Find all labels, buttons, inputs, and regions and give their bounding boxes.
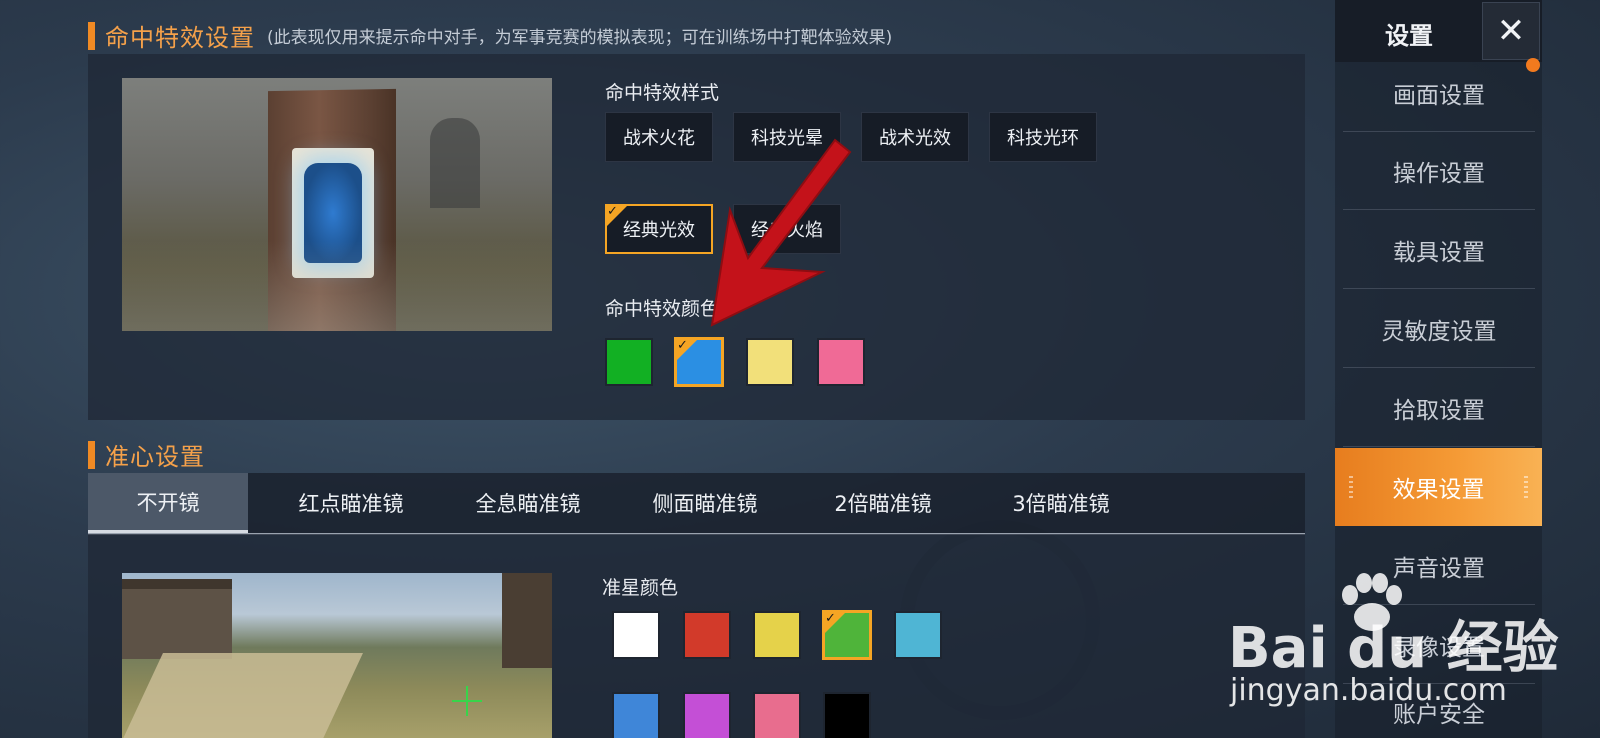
sidebar-item-effects[interactable]: 效果设置 bbox=[1335, 448, 1542, 526]
crosshair-color-pink[interactable] bbox=[753, 692, 801, 738]
title-accent-bar bbox=[88, 440, 95, 469]
preview-tower bbox=[430, 118, 480, 208]
checkmark-icon: ✓ bbox=[676, 338, 698, 361]
crosshair-color-purple[interactable] bbox=[683, 692, 731, 738]
checkmark-icon: ✓ bbox=[824, 611, 846, 634]
tab-holographic[interactable]: 全息瞄准镜 bbox=[443, 473, 613, 533]
watermark-brand: Bai du 经验 bbox=[1228, 616, 1559, 681]
scope-tab-bar: 不开镜 红点瞄准镜 全息瞄准镜 侧面瞄准镜 2倍瞄准镜 3倍瞄准镜 bbox=[88, 473, 1305, 535]
baidu-watermark: Bai du 经验 jingyan.baidu.com bbox=[1228, 573, 1559, 713]
tab-label: 2倍瞄准镜 bbox=[834, 492, 932, 516]
style-option-label: 经典火焰 bbox=[751, 220, 823, 241]
sidebar-item-graphics[interactable]: 画面设置 bbox=[1343, 54, 1535, 132]
crosshair-color-blue[interactable] bbox=[612, 692, 660, 738]
tab-label: 红点瞄准镜 bbox=[298, 492, 404, 516]
sidebar-item-sensitivity[interactable]: 灵敏度设置 bbox=[1343, 290, 1535, 368]
crosshair-color-white[interactable] bbox=[612, 611, 660, 659]
sidebar-item-label: 画面设置 bbox=[1393, 82, 1485, 109]
crosshair-color-red[interactable] bbox=[683, 611, 731, 659]
style-option-label: 战术光效 bbox=[879, 128, 951, 149]
style-option-tactical-light[interactable]: 战术光效 bbox=[861, 112, 969, 162]
hit-effect-note: (此表现仅用来提示命中对手，为军事竞赛的模拟表现；可在训练场中打靶体验效果) bbox=[267, 28, 893, 48]
hit-color-green[interactable] bbox=[605, 338, 653, 386]
preview-fog bbox=[122, 241, 552, 331]
title-accent-bar bbox=[88, 21, 95, 50]
style-option-label: 科技光晕 bbox=[751, 128, 823, 149]
crosshair-color-cyan[interactable] bbox=[894, 611, 942, 659]
crosshair-color-label: 准星颜色 bbox=[602, 577, 679, 599]
preview-house bbox=[502, 573, 552, 668]
style-option-classic-light[interactable]: ✓ 经典光效 bbox=[605, 204, 713, 254]
sidebar-item-vehicle[interactable]: 载具设置 bbox=[1343, 211, 1535, 289]
tab-3x-scope[interactable]: 3倍瞄准镜 bbox=[976, 473, 1146, 533]
sidebar-item-label: 拾取设置 bbox=[1393, 397, 1485, 424]
style-option-tactical-spark[interactable]: 战术火花 bbox=[605, 112, 713, 162]
crosshair-preview-image bbox=[122, 573, 552, 738]
style-option-label: 战术火花 bbox=[623, 128, 695, 149]
hit-effect-section-title: 命中特效设置 (此表现仅用来提示命中对手，为军事竞赛的模拟表现；可在训练场中打靶… bbox=[88, 18, 892, 53]
tab-label: 不开镜 bbox=[136, 490, 200, 515]
tab-label: 3倍瞄准镜 bbox=[1012, 492, 1110, 516]
grip-icon bbox=[1524, 476, 1528, 498]
hit-effect-title: 命中特效设置 bbox=[105, 24, 255, 52]
tab-2x-scope[interactable]: 2倍瞄准镜 bbox=[798, 473, 968, 533]
sidebar-item-controls[interactable]: 操作设置 bbox=[1343, 132, 1535, 210]
style-option-label: 科技光环 bbox=[1007, 128, 1079, 149]
grip-icon bbox=[1349, 476, 1353, 498]
style-option-tech-ring[interactable]: 科技光环 bbox=[989, 112, 1097, 162]
crosshair-icon bbox=[452, 686, 482, 716]
crosshair-color-yellow[interactable] bbox=[753, 611, 801, 659]
preview-road bbox=[122, 653, 363, 738]
tab-label: 侧面瞄准镜 bbox=[652, 492, 758, 516]
crosshair-color-green[interactable]: ✓ bbox=[822, 610, 872, 660]
watermark-url: jingyan.baidu.com bbox=[1230, 673, 1507, 708]
hit-color-yellow[interactable] bbox=[746, 338, 794, 386]
tab-no-scope[interactable]: 不开镜 bbox=[88, 473, 248, 533]
sidebar-item-label: 灵敏度设置 bbox=[1381, 318, 1497, 345]
hit-color-label: 命中特效颜色 bbox=[605, 298, 720, 320]
style-option-tech-halo[interactable]: 科技光晕 bbox=[733, 112, 841, 162]
sidebar-item-label: 效果设置 bbox=[1392, 477, 1485, 503]
tab-side-scope[interactable]: 侧面瞄准镜 bbox=[620, 473, 790, 533]
sidebar-item-pickup[interactable]: 拾取设置 bbox=[1343, 369, 1535, 447]
hit-effect-preview-image bbox=[122, 78, 552, 331]
preview-house bbox=[122, 579, 232, 659]
tab-red-dot[interactable]: 红点瞄准镜 bbox=[266, 473, 436, 533]
sidebar-item-label: 载具设置 bbox=[1393, 239, 1485, 266]
settings-title: 设置 bbox=[1385, 22, 1433, 50]
checkmark-icon: ✓ bbox=[606, 204, 628, 227]
hit-style-label: 命中特效样式 bbox=[605, 82, 720, 104]
style-option-label: 经典光效 bbox=[623, 220, 695, 241]
sidebar-item-label: 操作设置 bbox=[1393, 160, 1485, 187]
close-icon: ✕ bbox=[1496, 11, 1526, 51]
hit-color-blue[interactable]: ✓ bbox=[674, 337, 724, 387]
hit-color-pink[interactable] bbox=[817, 338, 865, 386]
tab-label: 全息瞄准镜 bbox=[475, 492, 581, 516]
crosshair-color-black[interactable] bbox=[823, 692, 871, 738]
crosshair-title: 准心设置 bbox=[105, 443, 205, 471]
close-button[interactable]: ✕ bbox=[1482, 2, 1540, 60]
crosshair-section-title: 准心设置 bbox=[88, 437, 205, 472]
style-option-classic-flame[interactable]: 经典火焰 bbox=[733, 204, 841, 254]
